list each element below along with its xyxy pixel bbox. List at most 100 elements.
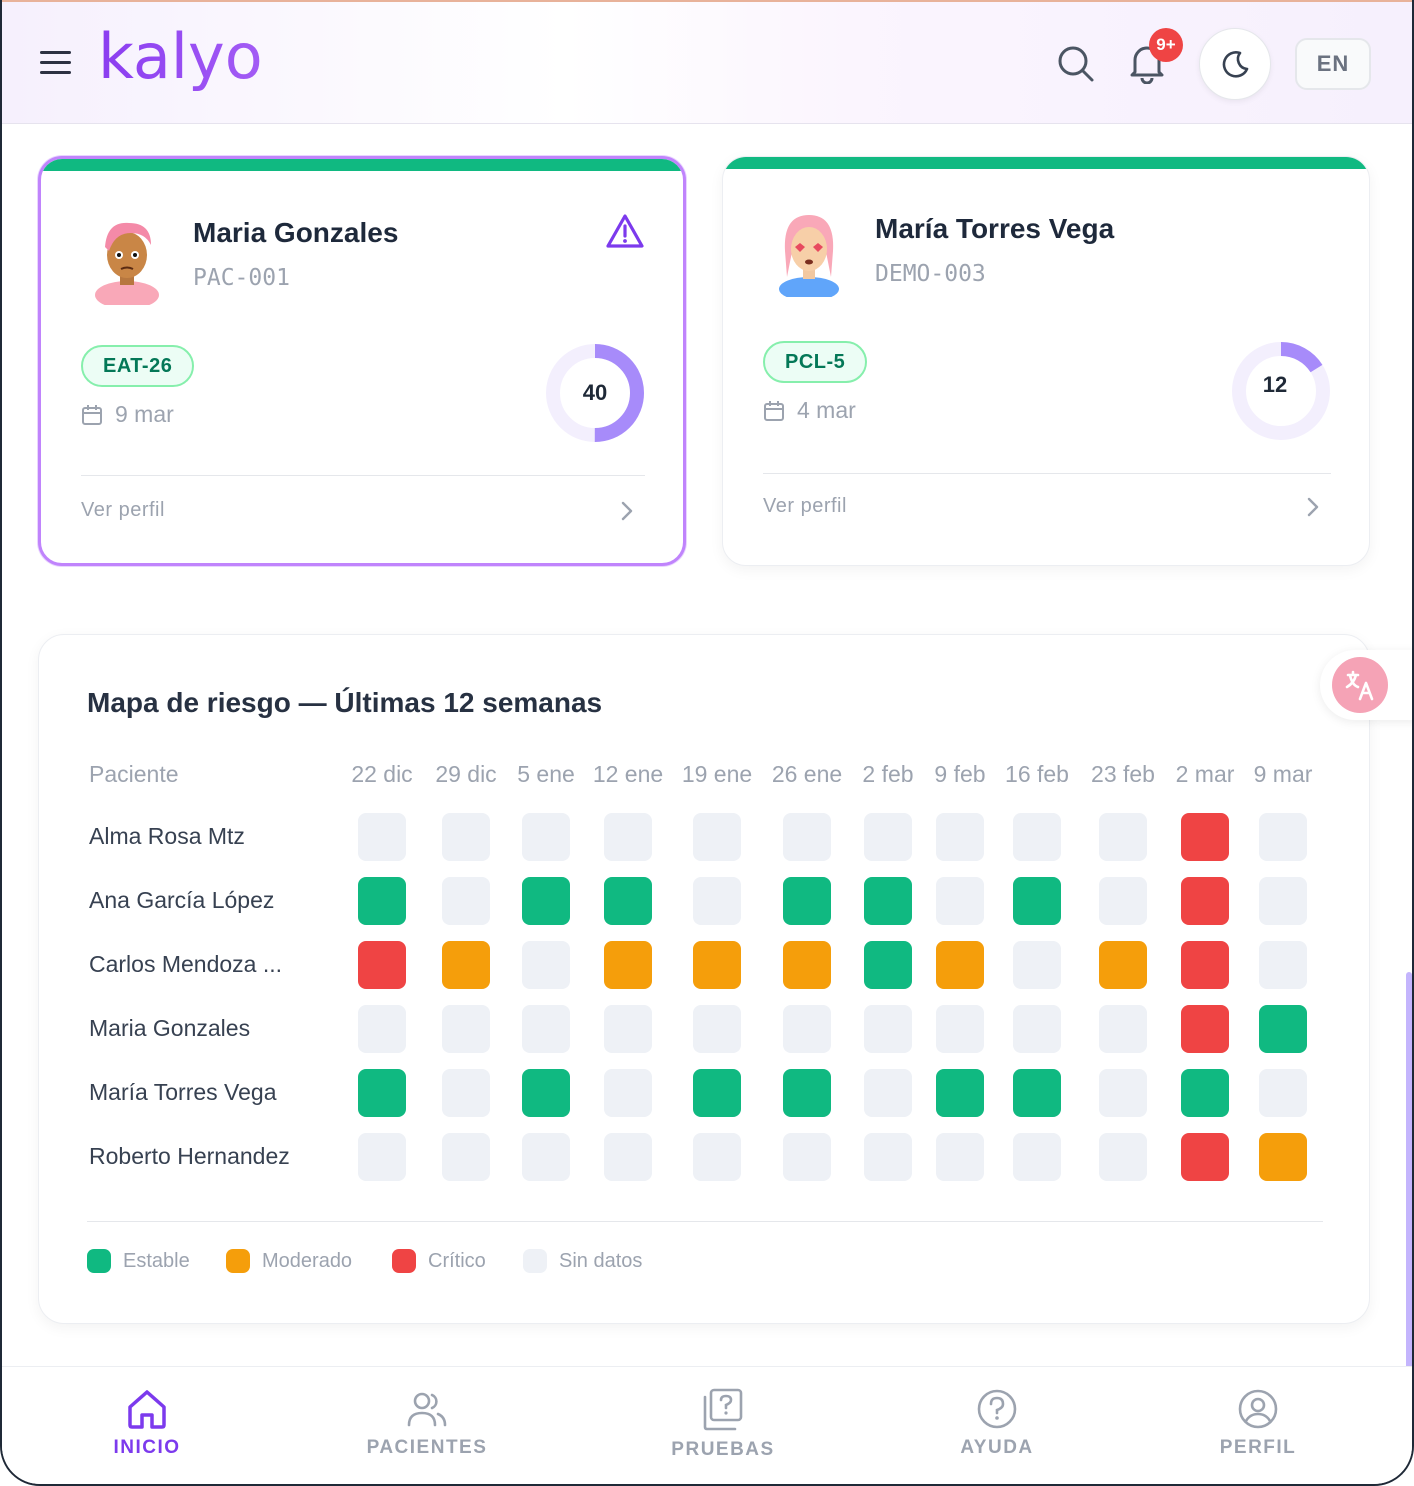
risk-cell[interactable]: [1013, 1069, 1061, 1117]
risk-cell[interactable]: [522, 1069, 570, 1117]
risk-cell[interactable]: [1181, 941, 1229, 989]
risk-cell[interactable]: [1099, 813, 1147, 861]
risk-cell[interactable]: [936, 1069, 984, 1117]
risk-cell[interactable]: [604, 1005, 652, 1053]
risk-cell[interactable]: [442, 1133, 490, 1181]
risk-cell[interactable]: [1013, 941, 1061, 989]
risk-cell[interactable]: [442, 941, 490, 989]
logo-text: kalyo: [98, 26, 263, 93]
translate-button[interactable]: [1320, 650, 1412, 720]
risk-cell[interactable]: [522, 813, 570, 861]
risk-cell[interactable]: [783, 941, 831, 989]
patient-card[interactable]: María Torres Vega DEMO-003 PCL-5 4 mar 1…: [722, 156, 1370, 566]
risk-cell[interactable]: [864, 1069, 912, 1117]
risk-cell[interactable]: [522, 1133, 570, 1181]
risk-cell[interactable]: [604, 1133, 652, 1181]
risk-cell[interactable]: [358, 1069, 406, 1117]
legend-item: Crítico: [392, 1249, 486, 1273]
risk-cell[interactable]: [864, 813, 912, 861]
risk-cell[interactable]: [693, 1005, 741, 1053]
risk-cell[interactable]: [1181, 813, 1229, 861]
nav-label: PACIENTES: [366, 1437, 488, 1458]
risk-cell[interactable]: [936, 877, 984, 925]
risk-cell[interactable]: [783, 1069, 831, 1117]
risk-cell[interactable]: [1181, 1133, 1229, 1181]
theme-toggle-button[interactable]: [1199, 28, 1271, 100]
risk-cell[interactable]: [693, 941, 741, 989]
risk-cell[interactable]: [864, 1005, 912, 1053]
risk-row-patient-name: María Torres Vega: [89, 1079, 277, 1105]
risk-cell[interactable]: [1099, 877, 1147, 925]
risk-cell[interactable]: [442, 1005, 490, 1053]
search-icon[interactable]: [1056, 44, 1096, 84]
week-column-header: 22 dic: [351, 761, 413, 787]
risk-cell[interactable]: [442, 1069, 490, 1117]
risk-cell[interactable]: [358, 877, 406, 925]
language-button[interactable]: EN: [1295, 38, 1371, 90]
nav-pruebas[interactable]: PRUEBAS: [653, 1367, 793, 1484]
risk-cell[interactable]: [1099, 1069, 1147, 1117]
risk-cell[interactable]: [604, 1069, 652, 1117]
risk-cell[interactable]: [1013, 813, 1061, 861]
risk-cell[interactable]: [604, 941, 652, 989]
risk-cell[interactable]: [936, 1133, 984, 1181]
risk-cell[interactable]: [522, 877, 570, 925]
nav-inicio[interactable]: INICIO: [87, 1367, 207, 1484]
week-column-header: 2 feb: [862, 761, 914, 787]
risk-cell[interactable]: [783, 813, 831, 861]
risk-cell[interactable]: [1259, 877, 1307, 925]
chevron-right-icon[interactable]: [1305, 495, 1321, 519]
risk-cell[interactable]: [1181, 877, 1229, 925]
risk-cell[interactable]: [1013, 877, 1061, 925]
nav-ayuda[interactable]: AYUDA: [937, 1367, 1057, 1484]
risk-cell[interactable]: [1259, 941, 1307, 989]
risk-cell[interactable]: [1013, 1005, 1061, 1053]
risk-cell[interactable]: [1099, 941, 1147, 989]
kalyo-logo[interactable]: kalyo: [98, 26, 268, 102]
risk-cell[interactable]: [1259, 1005, 1307, 1053]
risk-cell[interactable]: [442, 813, 490, 861]
risk-cell[interactable]: [358, 941, 406, 989]
risk-cell[interactable]: [936, 1005, 984, 1053]
calendar-icon: [764, 400, 784, 421]
risk-cell[interactable]: [693, 813, 741, 861]
nav-pacientes[interactable]: PACIENTES: [347, 1367, 507, 1484]
risk-cell[interactable]: [693, 1133, 741, 1181]
risk-cell[interactable]: [522, 1005, 570, 1053]
risk-cell[interactable]: [936, 941, 984, 989]
risk-cell[interactable]: [1259, 1069, 1307, 1117]
nav-perfil[interactable]: PERFIL: [1198, 1367, 1318, 1484]
patient-card[interactable]: Maria Gonzales PAC-001 EAT-26 9 mar 40 V…: [38, 156, 686, 566]
scrollbar[interactable]: [1406, 972, 1412, 1372]
chevron-right-icon[interactable]: [619, 499, 635, 523]
risk-cell[interactable]: [693, 1069, 741, 1117]
risk-cell[interactable]: [783, 1005, 831, 1053]
risk-cell[interactable]: [358, 1133, 406, 1181]
risk-cell[interactable]: [864, 1133, 912, 1181]
risk-cell[interactable]: [1099, 1133, 1147, 1181]
risk-cell[interactable]: [783, 877, 831, 925]
view-profile-link[interactable]: Ver perfil: [81, 499, 165, 522]
risk-cell[interactable]: [864, 941, 912, 989]
risk-cell[interactable]: [1099, 1005, 1147, 1053]
risk-cell[interactable]: [693, 877, 741, 925]
risk-cell[interactable]: [604, 813, 652, 861]
risk-cell[interactable]: [1259, 813, 1307, 861]
risk-cell[interactable]: [358, 813, 406, 861]
legend-label: Sin datos: [559, 1249, 643, 1272]
warning-icon: [606, 214, 644, 248]
risk-cell[interactable]: [1181, 1005, 1229, 1053]
risk-cell[interactable]: [442, 877, 490, 925]
risk-cell[interactable]: [936, 813, 984, 861]
risk-cell[interactable]: [522, 941, 570, 989]
risk-cell[interactable]: [1181, 1069, 1229, 1117]
view-profile-link[interactable]: Ver perfil: [763, 495, 847, 518]
risk-cell[interactable]: [358, 1005, 406, 1053]
card-divider: [763, 473, 1331, 474]
menu-icon[interactable]: [40, 46, 72, 78]
risk-cell[interactable]: [864, 877, 912, 925]
risk-cell[interactable]: [1259, 1133, 1307, 1181]
risk-cell[interactable]: [604, 877, 652, 925]
risk-cell[interactable]: [1013, 1133, 1061, 1181]
risk-cell[interactable]: [783, 1133, 831, 1181]
